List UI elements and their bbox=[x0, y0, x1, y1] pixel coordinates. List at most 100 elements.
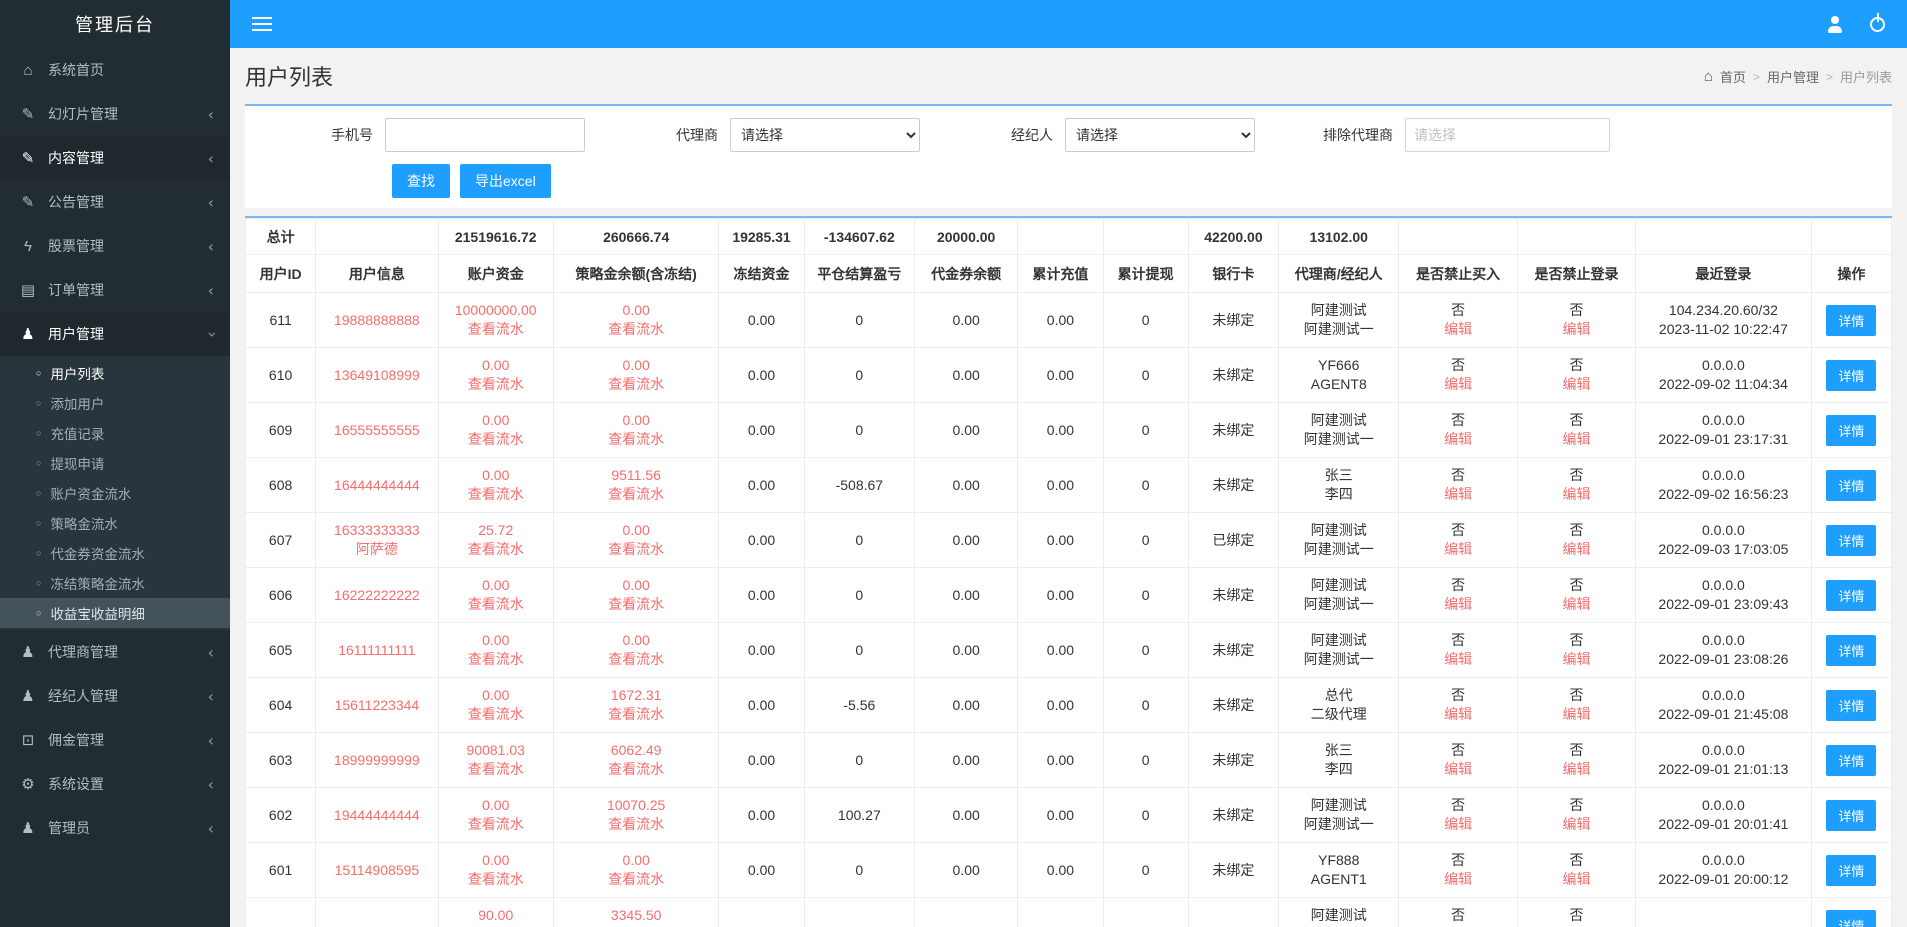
exclude-agent-input[interactable] bbox=[1405, 118, 1610, 152]
edit-forbid-login-link[interactable]: 编辑 bbox=[1521, 705, 1632, 724]
view-flow-link[interactable]: 查看流水 bbox=[557, 870, 716, 889]
sidebar-subitem[interactable]: ○代金券资金流水 bbox=[0, 538, 230, 568]
agent-select[interactable]: 请选择 bbox=[730, 118, 920, 152]
edit-forbid-buy-link[interactable]: 编辑 bbox=[1402, 870, 1513, 889]
user-info-link[interactable]: 18999999999 bbox=[319, 751, 434, 770]
view-flow-link[interactable]: 查看流水 bbox=[557, 815, 716, 834]
sidebar-subitem[interactable]: ○账户资金流水 bbox=[0, 478, 230, 508]
edit-forbid-buy-link[interactable]: 编辑 bbox=[1402, 485, 1513, 504]
edit-forbid-buy-link[interactable]: 编辑 bbox=[1402, 430, 1513, 449]
account-funds-link[interactable]: 0.00 bbox=[442, 576, 550, 595]
view-flow-link[interactable]: 查看流水 bbox=[442, 485, 550, 504]
view-flow-link[interactable]: 查看流水 bbox=[442, 760, 550, 779]
user-info-link[interactable]: 16333333333 bbox=[319, 521, 434, 540]
view-flow-link[interactable]: 查看流水 bbox=[557, 760, 716, 779]
user-info-link[interactable]: 16222222222 bbox=[319, 586, 434, 605]
user-info-link[interactable]: 15611223344 bbox=[319, 696, 434, 715]
detail-button[interactable]: 详情 bbox=[1826, 855, 1876, 886]
detail-button[interactable]: 详情 bbox=[1826, 360, 1876, 391]
detail-button[interactable]: 详情 bbox=[1826, 745, 1876, 776]
strategy-balance-link[interactable]: 0.00 bbox=[557, 631, 716, 650]
strategy-balance-link[interactable]: 0.00 bbox=[557, 301, 716, 320]
account-funds-link[interactable]: 25.72 bbox=[442, 521, 550, 540]
view-flow-link[interactable]: 查看流水 bbox=[442, 430, 550, 449]
strategy-balance-link[interactable]: 0.00 bbox=[557, 576, 716, 595]
view-flow-link[interactable]: 查看流水 bbox=[557, 540, 716, 559]
edit-forbid-login-link[interactable]: 编辑 bbox=[1521, 430, 1632, 449]
menu-toggle-icon[interactable] bbox=[252, 17, 272, 31]
strategy-balance-link[interactable]: 1672.31 bbox=[557, 686, 716, 705]
sidebar-item-settings[interactable]: ⚙系统设置‹ bbox=[0, 762, 230, 806]
phone-input[interactable] bbox=[385, 118, 585, 152]
edit-forbid-buy-link[interactable]: 编辑 bbox=[1402, 815, 1513, 834]
logout-power-icon[interactable] bbox=[1870, 17, 1885, 32]
view-flow-link[interactable]: 查看流水 bbox=[557, 485, 716, 504]
export-excel-button[interactable]: 导出excel bbox=[460, 164, 551, 198]
sidebar-item-commission[interactable]: ⊡佣金管理‹ bbox=[0, 718, 230, 762]
view-flow-link[interactable]: 查看流水 bbox=[442, 320, 550, 339]
edit-forbid-login-link[interactable]: 编辑 bbox=[1521, 540, 1632, 559]
detail-button[interactable]: 详情 bbox=[1826, 415, 1876, 446]
view-flow-link[interactable]: 查看流水 bbox=[442, 870, 550, 889]
strategy-balance-link[interactable]: 10070.25 bbox=[557, 796, 716, 815]
sidebar-subitem[interactable]: ○提现申请 bbox=[0, 448, 230, 478]
sidebar-subitem[interactable]: ○用户列表 bbox=[0, 358, 230, 388]
sidebar-item-notice[interactable]: ✎公告管理‹ bbox=[0, 180, 230, 224]
sidebar-item-brokers[interactable]: ♟经纪人管理‹ bbox=[0, 674, 230, 718]
user-info-link[interactable]: 16555555555 bbox=[319, 421, 434, 440]
sidebar-item-home[interactable]: ⌂系统首页 bbox=[0, 48, 230, 92]
account-funds-link[interactable]: 90.00 bbox=[442, 906, 550, 925]
user-info-link[interactable]: 19444444444 bbox=[319, 806, 434, 825]
sidebar-subitem[interactable]: ○添加用户 bbox=[0, 388, 230, 418]
view-flow-link[interactable]: 查看流水 bbox=[442, 595, 550, 614]
edit-forbid-login-link[interactable]: 编辑 bbox=[1521, 320, 1632, 339]
detail-button[interactable]: 详情 bbox=[1826, 470, 1876, 501]
view-flow-link[interactable]: 查看流水 bbox=[442, 650, 550, 669]
detail-button[interactable]: 详情 bbox=[1826, 305, 1876, 336]
edit-forbid-buy-link[interactable]: 编辑 bbox=[1402, 540, 1513, 559]
sidebar-subitem[interactable]: ○充值记录 bbox=[0, 418, 230, 448]
view-flow-link[interactable]: 查看流水 bbox=[557, 375, 716, 394]
edit-forbid-buy-link[interactable]: 编辑 bbox=[1402, 320, 1513, 339]
strategy-balance-link[interactable]: 9511.56 bbox=[557, 466, 716, 485]
strategy-balance-link[interactable]: 0.00 bbox=[557, 521, 716, 540]
user-info-link[interactable]: 16111111111 bbox=[319, 641, 434, 660]
view-flow-link[interactable]: 查看流水 bbox=[442, 815, 550, 834]
account-funds-link[interactable]: 10000000.00 bbox=[442, 301, 550, 320]
sidebar-subitem[interactable]: ○收益宝收益明细 bbox=[0, 598, 230, 628]
edit-forbid-login-link[interactable]: 编辑 bbox=[1521, 815, 1632, 834]
detail-button[interactable]: 详情 bbox=[1826, 800, 1876, 831]
user-info-link[interactable]: 16444444444 bbox=[319, 476, 434, 495]
detail-button[interactable]: 详情 bbox=[1826, 525, 1876, 556]
edit-forbid-login-link[interactable]: 编辑 bbox=[1521, 485, 1632, 504]
edit-forbid-buy-link[interactable]: 编辑 bbox=[1402, 760, 1513, 779]
detail-button[interactable]: 详情 bbox=[1826, 580, 1876, 611]
edit-forbid-login-link[interactable]: 编辑 bbox=[1521, 650, 1632, 669]
user-info-link[interactable]: 19888888888 bbox=[319, 311, 434, 330]
edit-forbid-buy-link[interactable]: 编辑 bbox=[1402, 595, 1513, 614]
sidebar-item-agents[interactable]: ♟代理商管理‹ bbox=[0, 630, 230, 674]
edit-forbid-buy-link[interactable]: 编辑 bbox=[1402, 650, 1513, 669]
edit-forbid-login-link[interactable]: 编辑 bbox=[1521, 375, 1632, 394]
edit-forbid-buy-link[interactable]: 编辑 bbox=[1402, 705, 1513, 724]
view-flow-link[interactable]: 查看流水 bbox=[557, 430, 716, 449]
sidebar-item-orders[interactable]: ▤订单管理‹ bbox=[0, 268, 230, 312]
detail-button[interactable]: 详情 bbox=[1826, 690, 1876, 721]
account-funds-link[interactable]: 0.00 bbox=[442, 686, 550, 705]
strategy-balance-link[interactable]: 3345.50 bbox=[557, 906, 716, 925]
user-info-link[interactable]: 13649108999 bbox=[319, 366, 434, 385]
broker-select[interactable]: 请选择 bbox=[1065, 118, 1255, 152]
sidebar-item-content[interactable]: ✎内容管理‹ bbox=[0, 136, 230, 180]
edit-forbid-login-link[interactable]: 编辑 bbox=[1521, 595, 1632, 614]
sidebar-item-stock[interactable]: ϟ股票管理‹ bbox=[0, 224, 230, 268]
account-funds-link[interactable]: 0.00 bbox=[442, 796, 550, 815]
account-funds-link[interactable]: 0.00 bbox=[442, 466, 550, 485]
search-button[interactable]: 查找 bbox=[392, 164, 450, 198]
strategy-balance-link[interactable]: 0.00 bbox=[557, 356, 716, 375]
view-flow-link[interactable]: 查看流水 bbox=[557, 650, 716, 669]
breadcrumb-user-management[interactable]: 用户管理 bbox=[1767, 67, 1819, 86]
sidebar-subitem[interactable]: ○策略金流水 bbox=[0, 508, 230, 538]
account-funds-link[interactable]: 0.00 bbox=[442, 356, 550, 375]
view-flow-link[interactable]: 查看流水 bbox=[557, 705, 716, 724]
detail-button[interactable]: 详情 bbox=[1826, 910, 1876, 927]
